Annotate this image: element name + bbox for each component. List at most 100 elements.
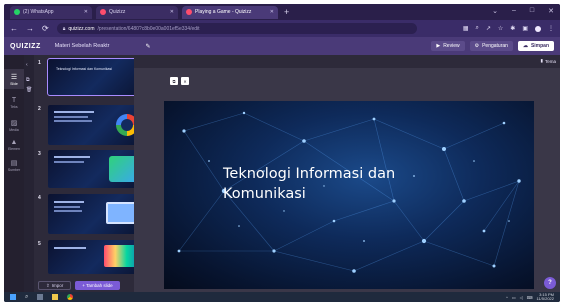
thumbnail-slide-3[interactable]	[48, 150, 144, 188]
save-label: Simpan	[530, 43, 549, 49]
tool-text[interactable]: T Teks	[4, 93, 24, 113]
thumb-number: 1	[38, 60, 41, 66]
app-header: QUIZIZZ Materi Sebelah Reaktr ✎ ▶ Review…	[4, 37, 560, 55]
document-title[interactable]: Materi Sebelah Reaktr	[55, 43, 110, 49]
copy-icon[interactable]: ⧉	[170, 77, 178, 85]
thumb-text-line	[54, 156, 90, 158]
chrome-icon[interactable]	[67, 294, 74, 300]
network-icon[interactable]: ▭	[512, 295, 516, 300]
url-path: /presentation/6480?c8b0e00a001ef5e334/ed…	[97, 25, 200, 32]
thumbnail-slide-5[interactable]	[48, 240, 144, 274]
slide-mini-toolbar: ⧉ ✕	[170, 77, 189, 85]
settings-label: Pengaturan	[482, 43, 508, 49]
maximize-icon[interactable]: □	[530, 7, 534, 15]
reload-icon[interactable]: ⟳	[42, 24, 49, 33]
thumb-text-line	[54, 111, 94, 113]
tool-label: Sumber	[7, 167, 21, 172]
trash-icon[interactable]: 🗑︎	[26, 87, 32, 93]
clock-date: 11/5/2022	[536, 296, 555, 301]
header-actions: ▶ Review ⚙ Pengaturan ☁ Simpan	[431, 41, 554, 51]
lock-icon: 🔒︎	[62, 25, 66, 32]
close-window-icon[interactable]: ✕	[548, 7, 554, 15]
tool-label: Elemen	[8, 147, 20, 151]
thumb-text-line	[54, 201, 84, 203]
url-host: quizizz.com	[68, 25, 95, 32]
extension-icon[interactable]: ✱	[510, 25, 515, 32]
slide-title[interactable]: Teknologi Informasi dan Komunikasi	[223, 164, 453, 205]
zoom-icon[interactable]: ⌕	[476, 25, 479, 32]
import-button[interactable]: ⇪ Impor	[38, 281, 72, 290]
whatsapp-icon	[14, 9, 20, 15]
pencil-icon[interactable]: ✎	[145, 43, 150, 50]
browser-tab-bar: (2) WhatsApp ✕ Quizizz ✕ Playing a Game …	[4, 4, 560, 20]
close-icon[interactable]: ✕	[84, 9, 88, 15]
google-logo-center	[121, 119, 133, 131]
tab-label: Quizizz	[109, 9, 126, 15]
tool-slide[interactable]: ☰ Slide	[4, 69, 24, 89]
theme-button[interactable]: ▮ Tema	[541, 58, 557, 64]
quizizz-icon	[186, 9, 192, 15]
text-icon: T	[11, 97, 17, 104]
copy-icon[interactable]: ⧉	[26, 77, 30, 83]
profile-avatar[interactable]	[535, 25, 541, 32]
review-button[interactable]: ▶ Review	[431, 41, 465, 51]
help-button[interactable]: ?	[544, 277, 556, 289]
thumbnail-slide-1[interactable]: Teknologi Informasi dan Komunikasi	[47, 58, 145, 96]
tool-label: Slide	[10, 81, 18, 86]
chevron-down-icon[interactable]: ⌄	[492, 7, 498, 15]
slide-thumbnails-panel: ‹ ⧉ 🗑︎ 1 Teknologi Informasi dan Komunik…	[24, 55, 151, 292]
upload-icon: ⇪	[46, 282, 50, 288]
browser-actions: ▦ ⌕ ↗ ☆ ✱ ▣ ⋮	[463, 25, 554, 32]
forward-icon[interactable]: →	[26, 24, 34, 33]
clock[interactable]: 3:15 PM 11/5/2022	[537, 293, 555, 301]
minimize-icon[interactable]: –	[512, 7, 516, 15]
thumb-text-line	[54, 161, 84, 163]
star-icon[interactable]: ☆	[498, 25, 503, 32]
new-tab-button[interactable]: +	[284, 7, 289, 17]
close-icon[interactable]: ✕	[170, 9, 174, 15]
tool-media[interactable]: ▨ Media	[4, 115, 24, 135]
tab-quizizz[interactable]: Quizizz ✕	[96, 5, 178, 19]
task-view-icon[interactable]	[37, 294, 44, 300]
thumb-text-line	[54, 206, 80, 208]
tab-playing-game[interactable]: Playing a Game - Quizizz ✕	[182, 5, 278, 19]
review-label: Review	[443, 43, 460, 49]
settings-button[interactable]: ⚙ Pengaturan	[469, 41, 513, 51]
tab-whatsapp[interactable]: (2) WhatsApp ✕	[10, 5, 92, 19]
window-controls: ⌄ – □ ✕	[492, 7, 554, 15]
address-bar: ← → ⟳ 🔒︎ quizizz.com/presentation/6480?c…	[4, 20, 560, 37]
system-tray: ^ ▭ ◁ ⌨ 3:15 PM 11/5/2022	[506, 293, 560, 301]
quizizz-logo[interactable]: QUIZIZZ	[10, 43, 41, 50]
translate-icon[interactable]: ▦	[463, 25, 469, 32]
elements-icon: ▲	[10, 139, 18, 146]
import-label: Impor	[51, 283, 64, 288]
save-button[interactable]: ☁ Simpan	[517, 41, 554, 51]
sidebar-icon[interactable]: ▣	[522, 25, 528, 32]
menu-icon[interactable]: ⋮	[548, 25, 554, 32]
language-icon[interactable]: ⌨	[527, 295, 533, 300]
thumbnail-slide-4[interactable]	[48, 194, 144, 234]
thumbnail-slide-2[interactable]	[48, 105, 144, 145]
cloud-icon: ☁	[522, 43, 528, 49]
add-slide-button[interactable]: + Tambah slide	[75, 281, 120, 290]
share-icon[interactable]: ↗	[486, 25, 491, 32]
slide-icon: ☰	[10, 73, 18, 81]
tool-elements[interactable]: ▲ Elemen	[4, 135, 24, 155]
back-icon[interactable]: ←	[10, 24, 18, 33]
tool-source[interactable]: ▤ Sumber	[4, 155, 24, 175]
volume-icon[interactable]: ◁	[520, 295, 523, 300]
search-icon[interactable]: ⌕	[25, 294, 28, 301]
thumb-text-line	[54, 210, 82, 212]
file-explorer-icon[interactable]	[52, 294, 59, 300]
slide-canvas-area: ▮ Tema ⧉ ✕ Teknologi Informasi dan Komun…	[134, 55, 560, 292]
windows-start-icon[interactable]	[10, 294, 16, 300]
source-icon: ▤	[10, 159, 18, 167]
slide-canvas[interactable]: Teknologi Informasi dan Komunikasi	[164, 101, 534, 289]
chevron-up-icon[interactable]: ^	[506, 295, 508, 300]
thumb-title: Teknologi Informasi dan Komunikasi	[56, 67, 113, 71]
trash-icon[interactable]: ✕	[181, 77, 189, 85]
play-icon: ▶	[436, 43, 441, 49]
url-field[interactable]: 🔒︎ quizizz.com/presentation/6480?c8b0e00…	[56, 23, 417, 34]
close-icon[interactable]: ✕	[270, 9, 274, 15]
chevron-left-icon[interactable]: ‹	[26, 62, 28, 68]
